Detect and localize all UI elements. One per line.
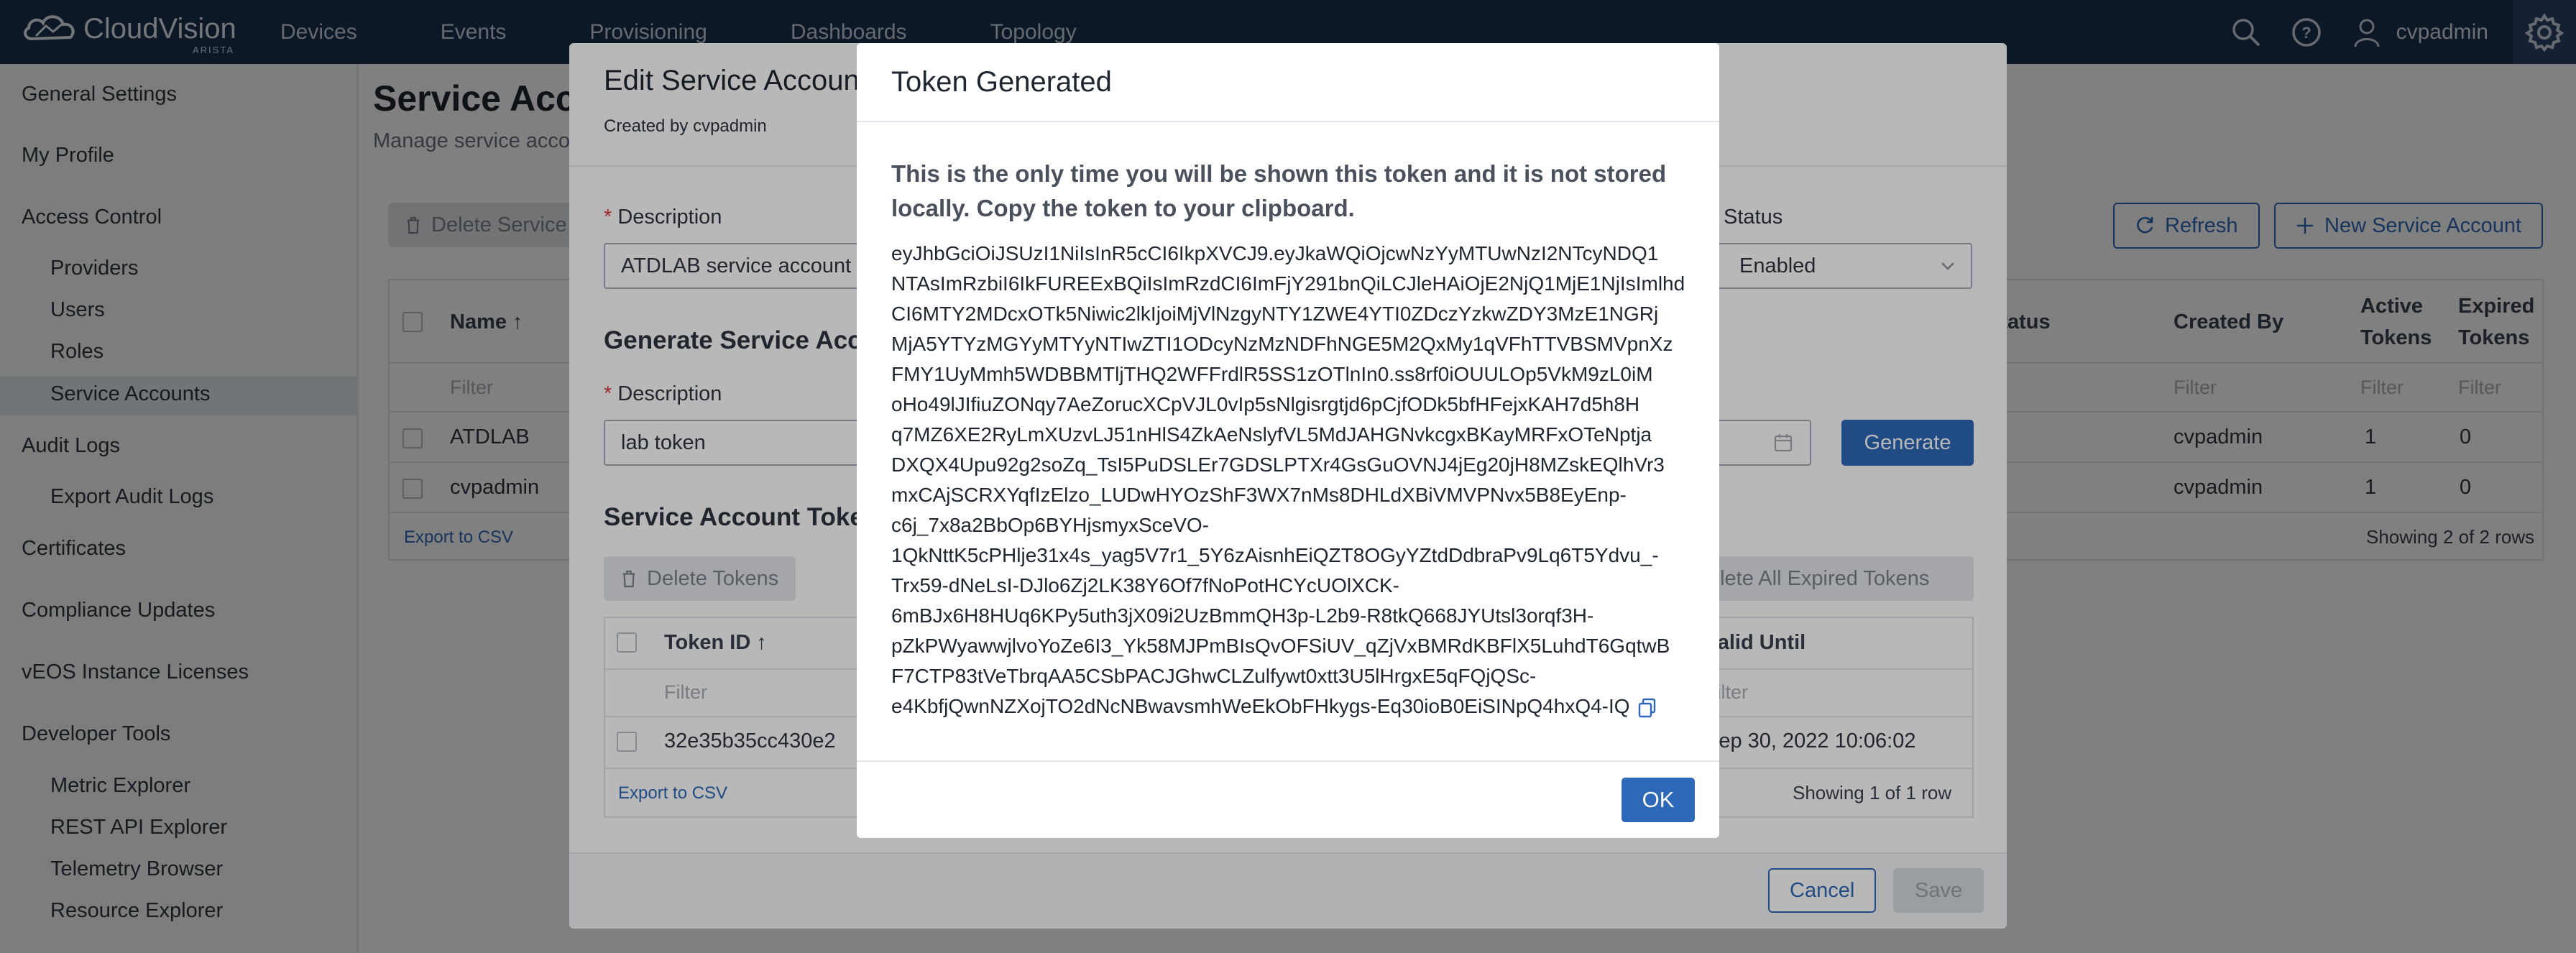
token-line: F7CTP83tVeTbrqAA5CSbPACJGhwCLZulfywt0xtt… — [891, 665, 1537, 687]
token-line: CI6MTY2MDcxOTk5Niwic2lkIjoiMjVlNzgyNTY1Z… — [891, 303, 1659, 325]
token-last-line-wrap: e4KbfjQwnNZXojTO2dNcNBwavsmhWeEkObFHkygs… — [891, 691, 1696, 722]
ok-button[interactable]: OK — [1622, 778, 1695, 822]
token-modal-title: Token Generated — [891, 66, 1112, 98]
token-line: DXQX4Upu92g2soZq_TsI5PuDSLEr7GDSLPTXr4Gs… — [891, 454, 1665, 476]
token-line: pZkPWyawwjlvoYoZe6I3_Yk58MJPmBIsQvOFSiUV… — [891, 635, 1670, 657]
token-line: eyJhbGciOiJSUzI1NiIsInR5cCI6IkpXVCJ9.eyJ… — [891, 242, 1659, 264]
token-line: q7MZ6XE2RyLmXUzvLJ51nHlS4ZkAeNslyfVL5MdJ… — [891, 423, 1652, 446]
token-line: FMY1UyMmh5WDBBMTljTHQ2WFFrdlR5SS1zOTlnIn… — [891, 363, 1653, 385]
token-line: 1QkNttK5cPHlje31x4s_yag5V7r1_5Y6zAisnhEi… — [891, 544, 1659, 566]
token-line: Trx59-dNeLsI-DJlo6Zj2LK38Y6Of7fNoPotHCYc… — [891, 574, 1399, 597]
token-line: MjA5YTYzMGYyMTYyNTIwZTI1ODcyNzMzNDFhNGE5… — [891, 333, 1673, 355]
token-value[interactable]: eyJhbGciOiJSUzI1NiIsInR5cCI6IkpXVCJ9.eyJ… — [891, 239, 1696, 722]
token-line: NTAsImRzbiI6IkFUREExBQiIsImRzdCI6ImFjY29… — [891, 272, 1685, 295]
token-generated-modal: Token Generated This is the only time yo… — [857, 43, 1719, 838]
copy-icon[interactable] — [1636, 696, 1659, 719]
token-line: 6mBJx6H8HUq6KPy5uth3jX09i2UzBmmQH3p-L2b9… — [891, 604, 1594, 627]
token-line: e4KbfjQwnNZXojTO2dNcNBwavsmhWeEkObFHkygs… — [891, 695, 1630, 717]
token-line: mxCAjSCRXYqfIzElzo_LUDwHYOzShF3WX7nMs8DH… — [891, 484, 1627, 506]
token-warning-message: This is the only time you will be shown … — [891, 160, 1667, 221]
token-line: c6j_7x8a2BbOp6BYHjsmyxSceVO- — [891, 514, 1209, 536]
token-line: oHo49lJIfiuZONqy7AeZorucXCpVJL0vIp5sNlgi… — [891, 393, 1640, 415]
